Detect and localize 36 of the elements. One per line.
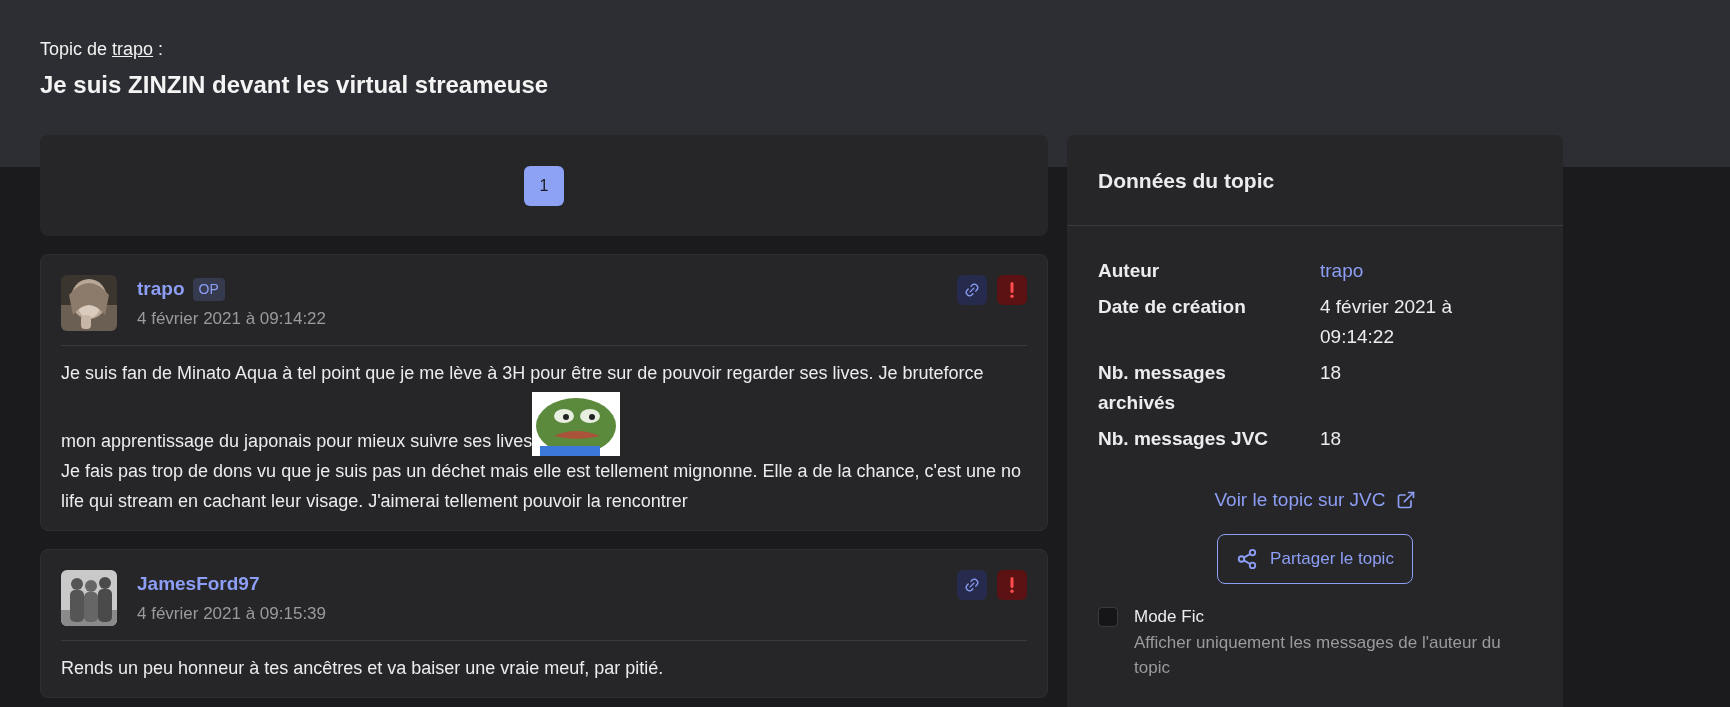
external-link[interactable]: Voir le topic sur JVC bbox=[1214, 485, 1416, 514]
post-text: Je suis fan de Minato Aqua à tel point que je me lève à 3H pour être sur de pouvoir regarder ses lives. Je bruteforce bbox=[61, 362, 985, 385]
checkbox[interactable] bbox=[1098, 607, 1118, 627]
topic-prefix: Topic de bbox=[40, 38, 108, 61]
author-link[interactable]: trapo bbox=[1320, 255, 1520, 286]
field-label: Date de création bbox=[1098, 294, 1247, 319]
post-text: Rends un peu honneur à tes ancêtres et va baiser une vraie meuf, par pitié. bbox=[61, 657, 665, 680]
permalink-button[interactable] bbox=[957, 275, 987, 305]
author-link[interactable]: trapo bbox=[137, 275, 185, 304]
field-value: 4 février 2021 à 09:14:22 bbox=[1320, 294, 1454, 349]
post-date: 4 février 2021 à 09:14:22 bbox=[137, 307, 328, 330]
field-label: Nb. messages JVC bbox=[1098, 426, 1270, 451]
topic-suffix: : bbox=[158, 38, 164, 61]
external-link-icon bbox=[1395, 489, 1416, 510]
share-button[interactable]: Partager le topic bbox=[1217, 534, 1413, 584]
report-button[interactable] bbox=[997, 570, 1027, 600]
permalink-button[interactable] bbox=[957, 570, 987, 600]
checkbox-description: Afficher uniquement les messages de l'auteur du topic bbox=[1134, 631, 1502, 679]
post-date: 4 février 2021 à 09:15:39 bbox=[137, 602, 328, 625]
post-text: mon apprentissage du japonais pour mieux suivre ses lives bbox=[61, 392, 1027, 456]
field-value: 18 bbox=[1320, 426, 1343, 451]
author-link[interactable]: JamesFord97 bbox=[137, 570, 260, 599]
field-label: Auteur bbox=[1098, 258, 1161, 283]
field-value: 18 bbox=[1320, 360, 1343, 385]
field-label: Nb. messages archivés bbox=[1098, 360, 1227, 415]
author-link[interactable]: trapo bbox=[112, 36, 154, 63]
page-button[interactable]: 1 bbox=[524, 165, 564, 206]
checkbox-label: Mode Fic bbox=[1134, 606, 1205, 628]
report-button[interactable] bbox=[997, 275, 1027, 305]
share-icon bbox=[1236, 548, 1259, 570]
alert-icon bbox=[1010, 577, 1014, 593]
op-badge: OP bbox=[192, 277, 225, 301]
panel-title: Données du topic bbox=[1067, 135, 1563, 226]
topic-title: Je suis ZINZIN devant les virtual streameuse bbox=[40, 70, 550, 100]
post-text: Je fais pas trop de dons vu que je suis pas un déchet mais elle est tellement mignonne. Elle a de la chance, c'est une no life qui stream en cachant leur visage. J'aimerai tellement pouvoir la rencontrer bbox=[61, 460, 1023, 513]
alert-icon bbox=[1010, 282, 1014, 298]
